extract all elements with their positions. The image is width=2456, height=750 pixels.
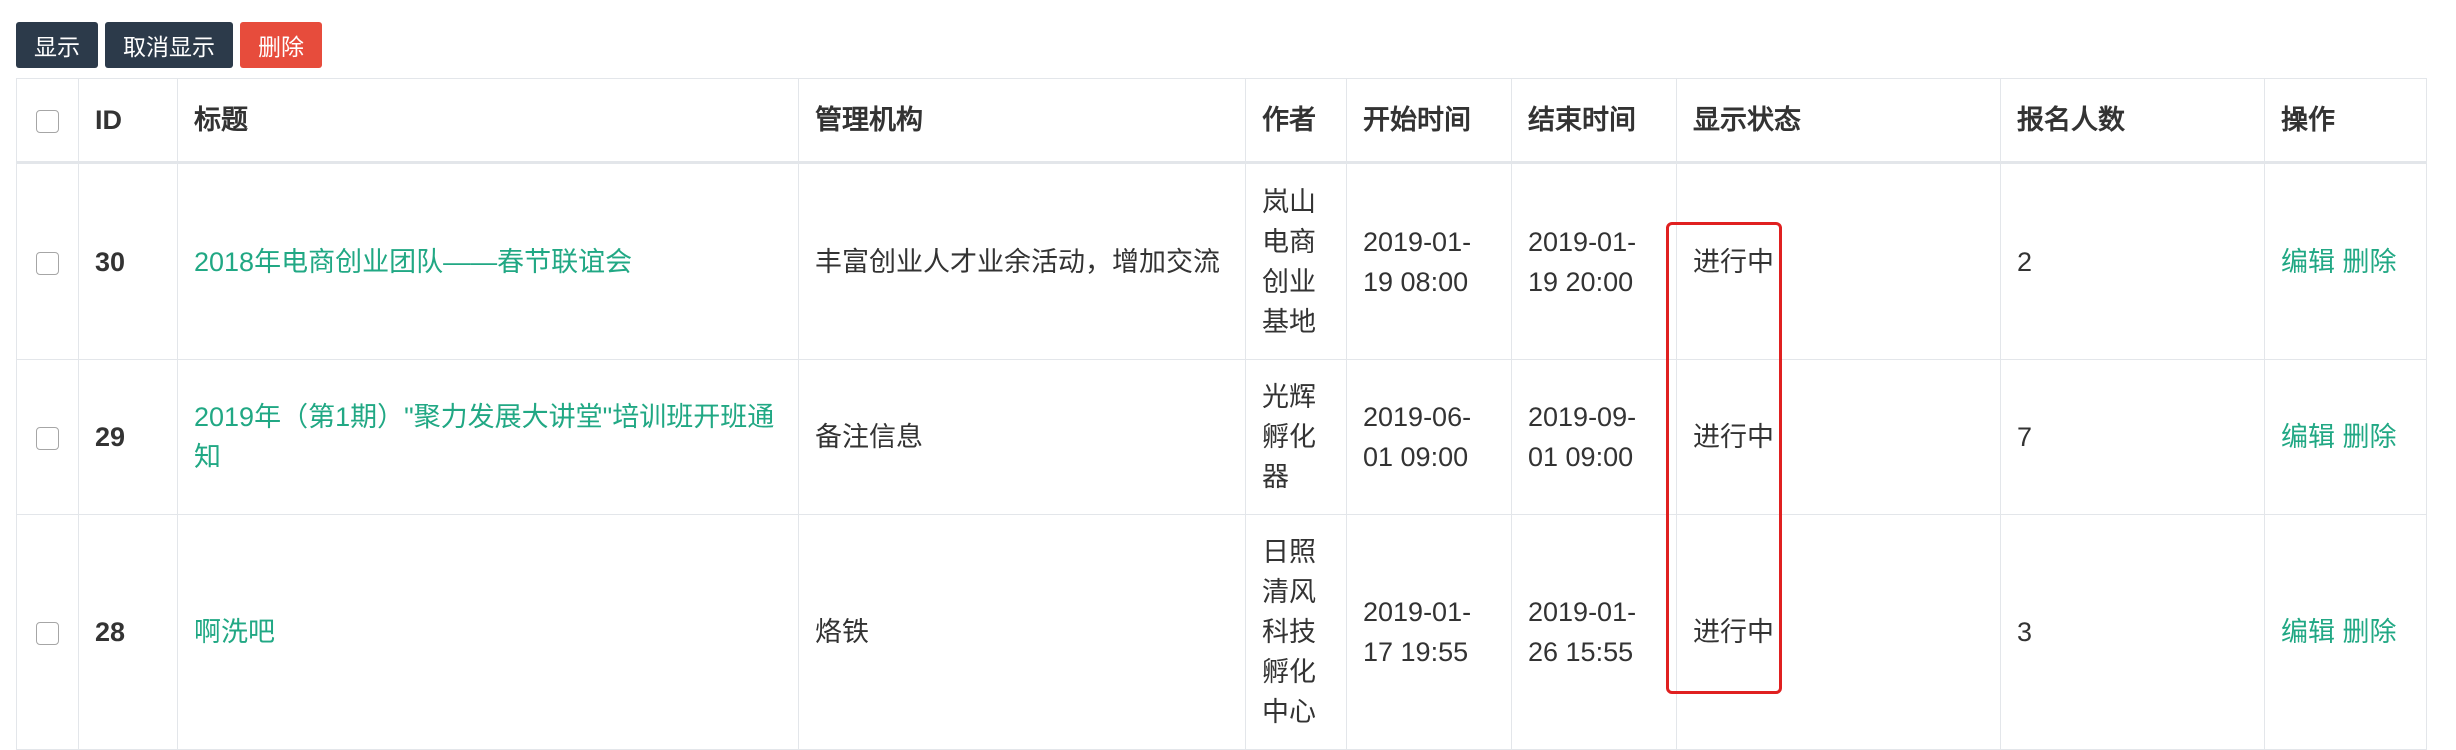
- header-end-time[interactable]: 结束时间: [1511, 78, 1677, 164]
- row-org: 烙铁: [798, 514, 1246, 750]
- row-start-time: 2019-06-01 09:00: [1346, 359, 1512, 515]
- row-signup-count: 7: [2000, 359, 2265, 515]
- header-start-time[interactable]: 开始时间: [1346, 78, 1512, 164]
- table-row: 29 2019年（第1期）"聚力发展大讲堂"培训班开班通知 备注信息 光辉孵化器…: [16, 359, 2427, 515]
- delete-link[interactable]: 删除: [2343, 422, 2397, 452]
- row-id: 29: [78, 359, 178, 515]
- hide-button[interactable]: 取消显示: [105, 22, 233, 68]
- row-start-time: 2019-01-19 08:00: [1346, 162, 1512, 360]
- row-end-time: 2019-01-19 20:00: [1511, 162, 1677, 360]
- table-header-row: ID 标题 管理机构 作者 开始时间 结束时间 显示状态 报名人数 操作: [16, 78, 2427, 164]
- row-author: 日照清风科技孵化中心: [1245, 514, 1347, 750]
- row-signup-count: 3: [2000, 514, 2265, 750]
- row-title-link[interactable]: 2018年电商创业团队——春节联谊会: [177, 162, 799, 360]
- row-checkbox[interactable]: [36, 251, 59, 275]
- row-start-time: 2019-01-17 19:55: [1346, 514, 1512, 750]
- delete-button[interactable]: 删除: [240, 22, 322, 68]
- header-author[interactable]: 作者: [1245, 78, 1347, 164]
- table-row: 30 2018年电商创业团队——春节联谊会 丰富创业人才业余活动，增加交流 岚山…: [16, 162, 2427, 360]
- row-checkbox[interactable]: [36, 622, 59, 646]
- table-row: 28 啊洗吧 烙铁 日照清风科技孵化中心 2019-01-17 19:55 20…: [16, 514, 2427, 750]
- row-ops: 编辑 删除: [2264, 162, 2427, 360]
- row-status: 进行中: [1676, 359, 2001, 515]
- row-id: 28: [78, 514, 178, 750]
- row-select-cell: [16, 514, 79, 750]
- activity-table: ID 标题 管理机构 作者 开始时间 结束时间 显示状态 报名人数 操作 30 …: [16, 78, 2427, 750]
- row-signup-count: 2: [2000, 162, 2265, 360]
- show-button[interactable]: 显示: [16, 22, 98, 68]
- row-end-time: 2019-09-01 09:00: [1511, 359, 1677, 515]
- row-status: 进行中: [1676, 514, 2001, 750]
- row-end-time: 2019-01-26 15:55: [1511, 514, 1677, 750]
- row-checkbox[interactable]: [36, 427, 59, 451]
- delete-link[interactable]: 删除: [2343, 247, 2397, 277]
- header-org[interactable]: 管理机构: [798, 78, 1246, 164]
- row-title-link[interactable]: 啊洗吧: [177, 514, 799, 750]
- edit-link[interactable]: 编辑: [2281, 617, 2335, 647]
- select-all-cell: [16, 78, 79, 164]
- edit-link[interactable]: 编辑: [2281, 422, 2335, 452]
- header-id[interactable]: ID: [78, 78, 178, 164]
- row-status: 进行中: [1676, 162, 2001, 360]
- select-all-checkbox[interactable]: [36, 110, 59, 134]
- row-select-cell: [16, 359, 79, 515]
- row-ops: 编辑 删除: [2264, 514, 2427, 750]
- row-org: 备注信息: [798, 359, 1246, 515]
- row-author: 岚山电商创业基地: [1245, 162, 1347, 360]
- toolbar: 显示 取消显示 删除: [16, 22, 322, 68]
- row-title-link[interactable]: 2019年（第1期）"聚力发展大讲堂"培训班开班通知: [177, 359, 799, 515]
- edit-link[interactable]: 编辑: [2281, 247, 2335, 277]
- header-status[interactable]: 显示状态: [1676, 78, 2001, 164]
- row-select-cell: [16, 162, 79, 360]
- row-ops: 编辑 删除: [2264, 359, 2427, 515]
- row-id: 30: [78, 162, 178, 360]
- delete-link[interactable]: 删除: [2343, 617, 2397, 647]
- row-org: 丰富创业人才业余活动，增加交流: [798, 162, 1246, 360]
- header-ops: 操作: [2264, 78, 2427, 164]
- row-author: 光辉孵化器: [1245, 359, 1347, 515]
- header-title[interactable]: 标题: [177, 78, 799, 164]
- header-signup-count[interactable]: 报名人数: [2000, 78, 2265, 164]
